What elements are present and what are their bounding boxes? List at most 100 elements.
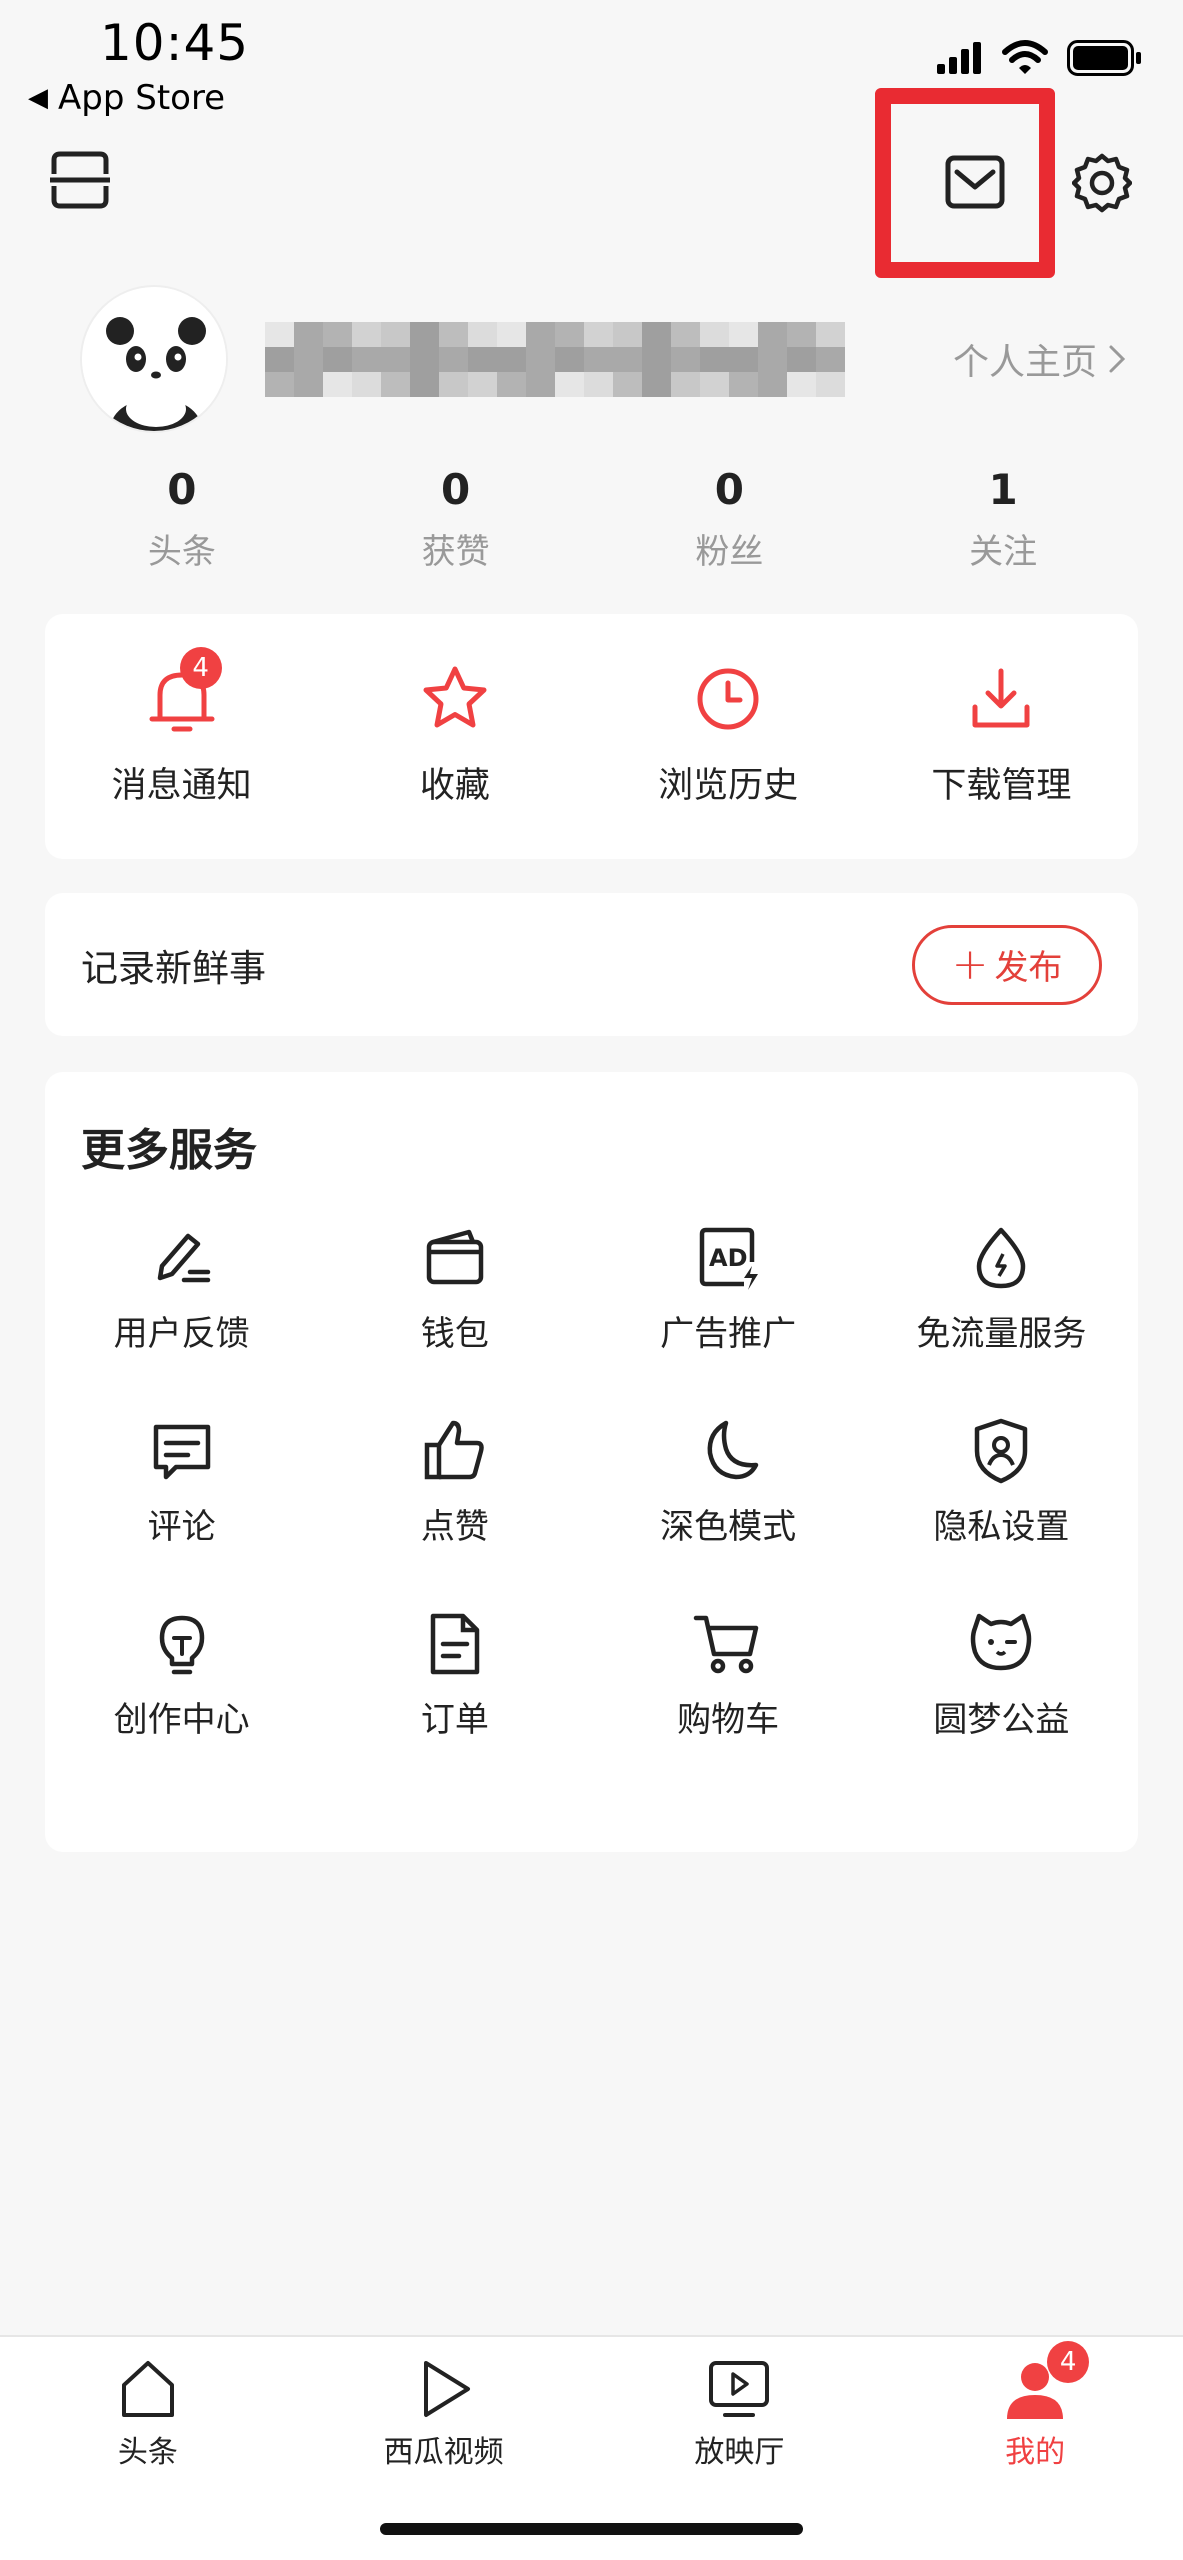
back-triangle-icon: ◀ [28,83,48,113]
service-label: 免流量服务 [916,1314,1087,1354]
username-blurred [265,322,860,397]
blur-pixel [816,372,845,397]
blur-pixel [526,347,555,372]
blur-pixel [468,322,497,347]
quick-action-downloads[interactable]: 下载管理 [865,614,1138,859]
blur-pixel [816,322,845,347]
service-likes[interactable]: 点赞 [318,1415,591,1548]
service-cart[interactable]: 购物车 [592,1608,865,1741]
service-free-data[interactable]: 免流量服务 [865,1222,1138,1355]
service-charity[interactable]: 圆梦公益 [865,1608,1138,1741]
service-feedback[interactable]: 用户反馈 [45,1222,318,1355]
blur-pixel [613,372,642,397]
stat-label: 关注 [969,532,1038,572]
service-creator-center[interactable]: 创作中心 [45,1608,318,1741]
download-icon [961,659,1041,739]
blur-pixel [787,347,816,372]
blur-pixel [468,347,497,372]
blur-pixel [265,322,294,347]
blur-pixel [555,322,584,347]
blur-pixel [323,347,352,372]
tab-label: 西瓜视频 [383,2435,504,2470]
play-icon [412,2357,476,2421]
tab-mine[interactable]: 4 我的 [887,2337,1183,2560]
service-comments[interactable]: 评论 [45,1415,318,1548]
status-icons [937,40,1143,76]
blur-pixel [294,372,323,397]
stat-label: 粉丝 [695,532,764,572]
mail-icon[interactable] [945,155,1005,210]
avatar[interactable] [80,285,228,433]
moon-icon [692,1415,764,1487]
services-title: 更多服务 [81,1125,257,1176]
stat-followers[interactable]: 0 粉丝 [593,465,867,573]
service-dark-mode[interactable]: 深色模式 [592,1415,865,1548]
home-indicator [380,2523,803,2535]
blur-pixel [758,372,787,397]
blur-pixel [294,347,323,372]
signal-icon [937,42,981,74]
service-wallet[interactable]: 钱包 [318,1222,591,1355]
blur-pixel [642,322,671,347]
blur-pixel [410,322,439,347]
blur-pixel [671,322,700,347]
stat-toutiao[interactable]: 0 头条 [45,465,319,573]
blur-pixel [787,322,816,347]
publish-button[interactable]: + 发布 [912,924,1102,1005]
home-icon [116,2357,180,2421]
back-label: App Store [58,78,226,118]
post-new-card: 记录新鲜事 + 发布 [45,893,1138,1036]
blur-pixel [410,372,439,397]
quick-action-notifications[interactable]: 4 消息通知 [45,614,318,859]
blur-pixel [584,347,613,372]
shield-icon [965,1415,1037,1487]
blur-pixel [265,372,294,397]
blur-pixel [439,372,468,397]
quick-action-history[interactable]: 浏览历史 [592,614,865,859]
blur-pixel [642,372,671,397]
blur-pixel [729,347,758,372]
blur-pixel [497,347,526,372]
blur-pixel [758,347,787,372]
document-icon [419,1608,491,1680]
service-label: 购物车 [677,1700,780,1740]
blur-pixel [613,322,642,347]
quick-action-label: 收藏 [419,766,490,806]
back-to-app-store[interactable]: ◀ App Store [28,78,225,118]
settings-gear-icon[interactable] [1071,153,1133,213]
quick-actions-card: 4 消息通知 收藏 浏览历史 下载管理 [45,614,1138,859]
blur-pixel [555,347,584,372]
quick-action-label: 下载管理 [931,766,1072,806]
stat-following[interactable]: 1 关注 [866,465,1140,573]
blur-pixel [671,372,700,397]
service-label: 评论 [147,1507,216,1547]
service-ad-promotion[interactable]: AD 广告推广 [592,1222,865,1355]
battery-icon [1067,40,1141,76]
blur-pixel [381,347,410,372]
blur-pixel [613,347,642,372]
user-icon: 4 [1003,2341,1090,2421]
personal-homepage-link[interactable]: 个人主页 [953,333,1127,385]
post-prompt[interactable]: 记录新鲜事 [81,938,266,992]
tab-toutiao[interactable]: 头条 [0,2337,296,2560]
service-privacy[interactable]: 隐私设置 [865,1415,1138,1548]
service-label: 用户反馈 [113,1314,250,1354]
tab-label: 我的 [1005,2435,1066,2470]
quick-action-favorites[interactable]: 收藏 [318,614,591,859]
tab-label: 放映厅 [694,2435,785,2470]
service-orders[interactable]: 订单 [318,1608,591,1741]
blur-pixel [671,347,700,372]
blur-pixel [526,322,555,347]
blur-pixel [700,347,729,372]
stat-value: 0 [714,465,744,514]
stat-likes[interactable]: 0 获赞 [319,465,593,573]
scan-icon[interactable] [50,150,110,210]
service-label: 广告推广 [660,1314,797,1354]
blur-pixel [265,347,294,372]
blur-pixel [700,322,729,347]
blur-pixel [381,322,410,347]
thumbs-up-icon [419,1415,491,1487]
cart-icon [692,1608,764,1680]
clock-icon [688,659,768,739]
blur-pixel [584,322,613,347]
